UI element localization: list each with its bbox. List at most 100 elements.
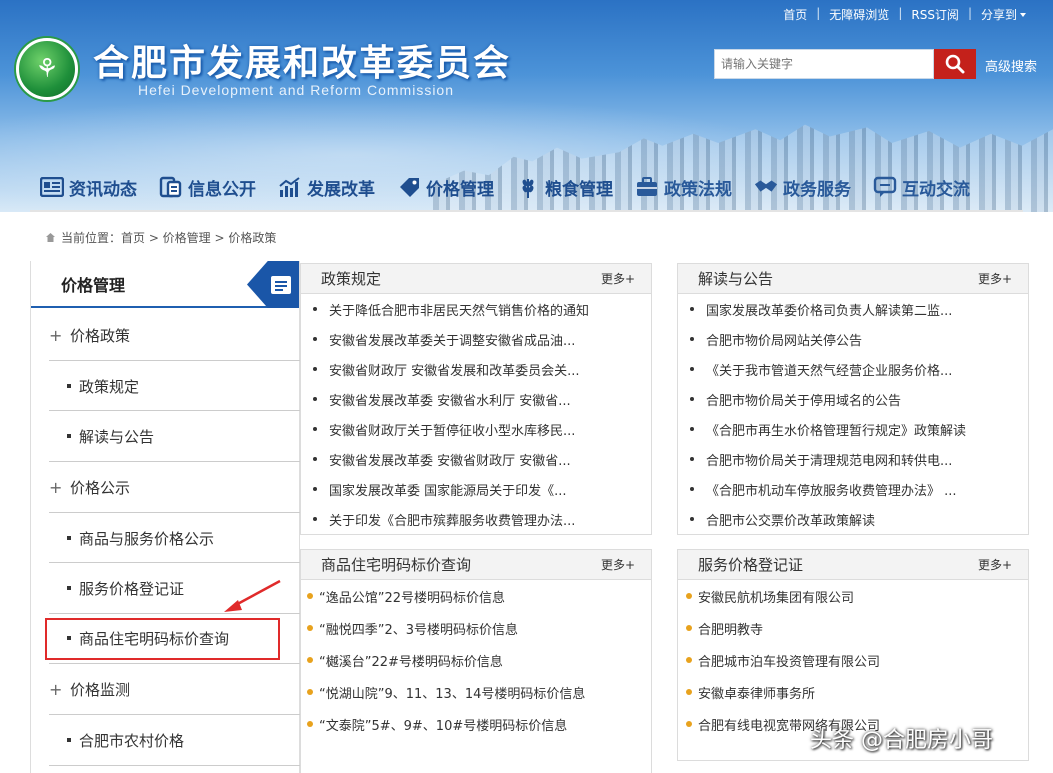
list-item[interactable]: “逸品公馆”22号楼明码标价信息 xyxy=(307,580,651,612)
rss-link[interactable]: RSS订阅 xyxy=(902,6,968,23)
list-item[interactable]: 合肥市物价局网站关停公告 xyxy=(690,324,1028,354)
site-title[interactable]: 合肥市发展和改革委员会 xyxy=(93,34,511,86)
list-item[interactable]: 合肥市公交票价改革政策解读 xyxy=(690,504,1028,534)
bullet-icon xyxy=(313,337,317,341)
list-item[interactable]: 安徽民航机场集团有限公司 xyxy=(686,580,1028,612)
sidebar-item-policy-rules[interactable]: 政策规定 xyxy=(31,361,301,411)
list-item[interactable]: “融悦四季”2、3号楼明码标价信息 xyxy=(307,612,651,644)
article-link[interactable]: “悦湖山院”9、11、13、14号楼明码标价信息 xyxy=(319,683,585,702)
accessibility-link[interactable]: 无障碍浏览 xyxy=(820,6,898,23)
share-dropdown[interactable]: 分享到 xyxy=(972,6,1035,23)
bullet-icon xyxy=(67,434,71,438)
list-item[interactable]: 合肥明教寺 xyxy=(686,612,1028,644)
bullet-icon xyxy=(313,427,317,431)
panel-title: 政策规定 xyxy=(321,270,382,288)
briefcase-icon xyxy=(635,176,659,198)
sidebar-item-price-publicity[interactable]: + 价格公示 xyxy=(31,462,301,512)
article-link[interactable]: 安徽省财政厅 安徽省发展和改革委员会关... xyxy=(329,360,580,379)
list-item[interactable]: 安徽省财政厅 安徽省发展和改革委员会关... xyxy=(313,354,651,384)
list-item[interactable]: 安徽省财政厅关于暂停征收小型水库移民... xyxy=(313,414,651,444)
article-link[interactable]: “逸品公馆”22号楼明码标价信息 xyxy=(319,587,505,606)
sidebar-item-goods-service-price[interactable]: 商品与服务价格公示 xyxy=(31,513,301,563)
home-link[interactable]: 首页 xyxy=(774,6,816,23)
article-link[interactable]: 安徽民航机场集团有限公司 xyxy=(698,587,854,606)
article-link[interactable]: 合肥市物价局关于停用域名的公告 xyxy=(706,390,901,409)
nav-item-policy[interactable]: 政策法规 xyxy=(635,175,732,200)
panel-policy-rules: 政策规定 更多+ 关于降低合肥市非居民天然气销售价格的通知 安徽省发展改革委关于… xyxy=(300,263,652,535)
nav-item-news[interactable]: 资讯动态 xyxy=(40,175,137,200)
panel-title: 解读与公告 xyxy=(698,270,774,288)
article-link[interactable]: 《合肥市机动车停放服务收费管理办法》 ... xyxy=(706,480,957,499)
article-link[interactable]: 安徽省发展改革委 安徽省水利厅 安徽省... xyxy=(329,390,571,409)
search-input[interactable] xyxy=(714,49,934,79)
bullet-icon xyxy=(690,487,694,491)
list-item[interactable]: 《关于我市管道天然气经营企业服务价格... xyxy=(690,354,1028,384)
nav-item-service[interactable]: 政务服务 xyxy=(754,175,851,200)
article-link[interactable]: 国家发展改革委价格司负责人解读第二监... xyxy=(706,300,952,319)
article-link[interactable]: 合肥市物价局关于清理规范电网和转供电... xyxy=(706,450,952,469)
article-link[interactable]: 《关于我市管道天然气经营企业服务价格... xyxy=(706,360,952,379)
list-item[interactable]: 国家发展改革委 国家能源局关于印发《... xyxy=(313,474,651,504)
annotation-highlight-box xyxy=(45,618,280,660)
list-item[interactable]: 合肥城市泊车投资管理有限公司 xyxy=(686,644,1028,676)
nav-item-price[interactable]: 价格管理 xyxy=(397,175,494,200)
site-logo-emblem[interactable]: ⚘ xyxy=(16,38,78,100)
list-item[interactable]: 国家发展改革委价格司负责人解读第二监... xyxy=(690,294,1028,324)
sidebar-title: 价格管理 xyxy=(31,261,299,308)
article-link[interactable]: 关于降低合肥市非居民天然气销售价格的通知 xyxy=(329,300,589,319)
article-link[interactable]: 国家发展改革委 国家能源局关于印发《... xyxy=(329,480,567,499)
sidebar-item-label: 价格监测 xyxy=(70,680,131,699)
nav-item-info[interactable]: 信息公开 xyxy=(159,175,256,200)
list-item[interactable]: 安徽卓泰律师事务所 xyxy=(686,676,1028,708)
list-item[interactable]: 《合肥市机动车停放服务收费管理办法》 ... xyxy=(690,474,1028,504)
list-item[interactable]: 《合肥市再生水价格管理暂行规定》政策解读 xyxy=(690,414,1028,444)
article-link[interactable]: “樾溪台”22#号楼明码标价信息 xyxy=(319,651,503,670)
panel-interpretation: 解读与公告 更多+ 国家发展改革委价格司负责人解读第二监... 合肥市物价局网站… xyxy=(677,263,1029,535)
bullet-icon xyxy=(690,457,694,461)
list-item[interactable]: 安徽省发展改革委关于调整安徽省成品油... xyxy=(313,324,651,354)
more-link[interactable]: 更多+ xyxy=(601,556,635,573)
more-link[interactable]: 更多+ xyxy=(601,270,635,287)
article-link[interactable]: “融悦四季”2、3号楼明码标价信息 xyxy=(319,619,518,638)
list-item[interactable]: 合肥市物价局关于停用域名的公告 xyxy=(690,384,1028,414)
main-nav: 资讯动态 信息公开 发展改革 价格管理 粮食管理 政策法规 政务服务 互动交流 xyxy=(40,170,1050,204)
breadcrumb-text[interactable]: 当前位置：首页 > 价格管理 > 价格政策 xyxy=(61,229,276,246)
list-item[interactable]: “文泰院”5#、9#、10#号楼明码标价信息 xyxy=(307,708,651,740)
sidebar-item-interpretation[interactable]: 解读与公告 xyxy=(31,411,301,461)
article-link[interactable]: “文泰院”5#、9#、10#号楼明码标价信息 xyxy=(319,715,567,734)
article-link[interactable]: 关于印发《合肥市殡葬服务收费管理办法... xyxy=(329,510,575,529)
list-item[interactable]: 安徽省发展改革委 安徽省水利厅 安徽省... xyxy=(313,384,651,414)
list-item[interactable]: 合肥市物价局关于清理规范电网和转供电... xyxy=(690,444,1028,474)
bullet-icon xyxy=(686,689,692,695)
share-label: 分享到 xyxy=(980,8,1017,22)
list-item[interactable]: 关于印发《合肥市殡葬服务收费管理办法... xyxy=(313,504,651,534)
article-link[interactable]: 安徽卓泰律师事务所 xyxy=(698,683,815,702)
article-link[interactable]: 安徽省财政厅关于暂停征收小型水库移民... xyxy=(329,420,575,439)
article-link[interactable]: 安徽省发展改革委 安徽省财政厅 安徽省... xyxy=(329,450,571,469)
list-item[interactable]: “樾溪台”22#号楼明码标价信息 xyxy=(307,644,651,676)
panel-title: 服务价格登记证 xyxy=(698,556,804,574)
list-item[interactable]: “悦湖山院”9、11、13、14号楼明码标价信息 xyxy=(307,676,651,708)
plus-icon: + xyxy=(49,477,63,497)
more-link[interactable]: 更多+ xyxy=(978,556,1012,573)
advanced-search-link[interactable]: 高级搜索 xyxy=(985,56,1037,75)
article-link[interactable]: 合肥明教寺 xyxy=(698,619,763,638)
search-button[interactable] xyxy=(934,49,976,79)
nav-label: 粮食管理 xyxy=(545,179,613,200)
nav-item-interaction[interactable]: 互动交流 xyxy=(873,175,970,200)
more-link[interactable]: 更多+ xyxy=(978,270,1012,287)
article-link[interactable]: 合肥市公交票价改革政策解读 xyxy=(706,510,875,529)
sidebar-item-rural-price[interactable]: 合肥市农村价格 xyxy=(31,715,301,765)
article-link[interactable]: 《合肥市再生水价格管理暂行规定》政策解读 xyxy=(706,420,966,439)
nav-item-grain[interactable]: 粮食管理 xyxy=(516,175,613,200)
article-link[interactable]: 安徽省发展改革委关于调整安徽省成品油... xyxy=(329,330,575,349)
list-item[interactable]: 安徽省发展改革委 安徽省财政厅 安徽省... xyxy=(313,444,651,474)
article-link[interactable]: 合肥城市泊车投资管理有限公司 xyxy=(698,651,880,670)
list-item[interactable]: 关于降低合肥市非居民天然气销售价格的通知 xyxy=(313,294,651,324)
sidebar-item-price-monitoring[interactable]: + 价格监测 xyxy=(31,664,301,714)
nav-item-development[interactable]: 发展改革 xyxy=(278,175,375,200)
sidebar-item-price-policy[interactable]: + 价格政策 xyxy=(31,310,301,360)
divider xyxy=(49,765,301,766)
article-link[interactable]: 合肥市物价局网站关停公告 xyxy=(706,330,862,349)
plus-icon: + xyxy=(49,325,63,345)
